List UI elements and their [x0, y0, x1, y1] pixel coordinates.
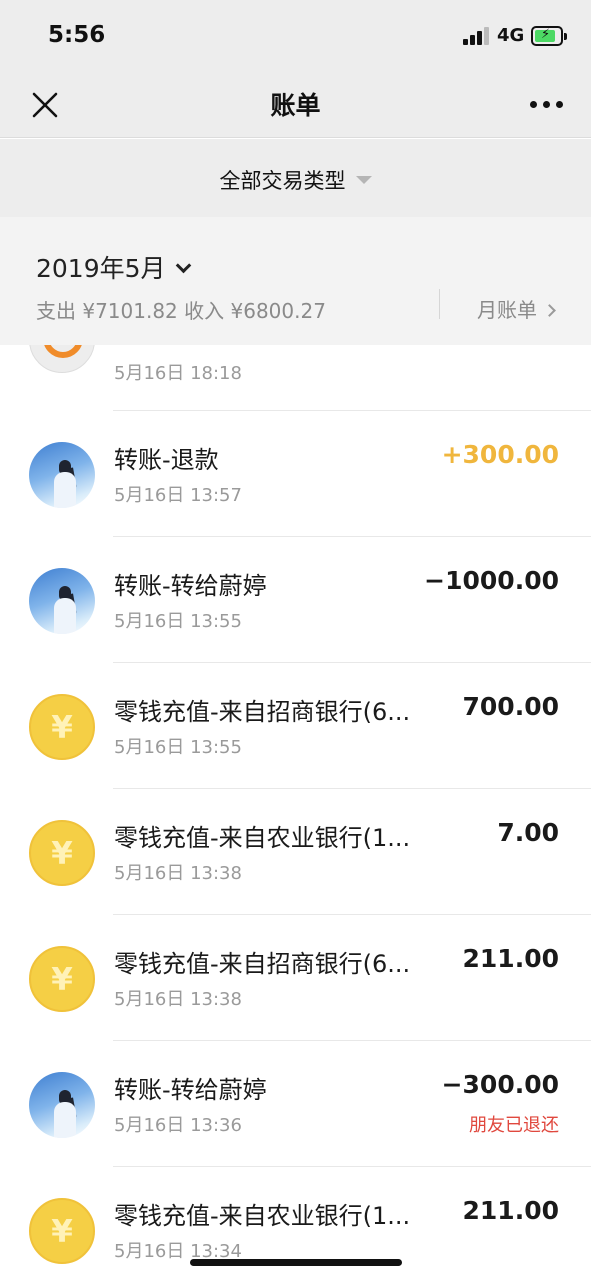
month-summary: 支出 ¥7101.82 收入 ¥6800.27 [36, 299, 326, 323]
transaction-amount: 700.00 [462, 692, 559, 721]
transaction-time: 5月16日 13:57 [114, 485, 242, 506]
status-bar: 5:56 4G ⚡ [0, 0, 591, 70]
transaction-row[interactable]: 转账-转给蔚婷 5月16日 13:55 −1000.00 [0, 537, 591, 663]
transaction-time: 5月16日 13:38 [114, 989, 242, 1010]
transaction-row[interactable]: 5月16日 18:18 [0, 345, 591, 411]
yen-coin-icon: ¥ [29, 820, 95, 886]
nav-bar: 账单 [0, 70, 591, 138]
transaction-title: 零钱充值-来自农业银行(1... [114, 824, 411, 852]
yen-coin-icon: ¥ [29, 1198, 95, 1264]
divider [439, 289, 440, 319]
avatar [29, 1072, 95, 1138]
month-label: 2019年5月 [36, 254, 166, 283]
ring-icon [29, 345, 95, 373]
home-indicator[interactable] [190, 1259, 402, 1266]
caret-down-icon [355, 176, 372, 184]
transaction-time: 5月16日 13:36 [114, 1115, 242, 1136]
transaction-title: 转账-转给蔚婷 [114, 1076, 267, 1104]
more-icon [530, 101, 537, 108]
month-selector[interactable]: 2019年5月 [36, 249, 191, 285]
yen-coin-icon: ¥ [29, 694, 95, 760]
monthly-bill-label: 月账单 [477, 298, 537, 322]
transaction-title: 零钱充值-来自农业银行(1... [114, 1202, 411, 1230]
transaction-title: 零钱充值-来自招商银行(6... [114, 698, 411, 726]
signal-icon [463, 27, 489, 45]
transaction-amount: +300.00 [441, 440, 559, 469]
transaction-amount: 211.00 [462, 1196, 559, 1225]
transaction-amount: 211.00 [462, 944, 559, 973]
page-title: 账单 [270, 91, 321, 120]
transaction-type-filter[interactable]: 全部交易类型 [0, 165, 591, 195]
status-time: 5:56 [48, 22, 106, 48]
transaction-row[interactable]: 转账-退款 5月16日 13:57 +300.00 [0, 411, 591, 537]
transaction-title: 转账-退款 [114, 446, 219, 474]
chevron-down-icon [175, 257, 191, 274]
transaction-title: 零钱充值-来自招商银行(6... [114, 950, 411, 978]
transaction-time: 5月16日 13:55 [114, 611, 242, 632]
yen-coin-icon: ¥ [29, 946, 95, 1012]
transaction-list[interactable]: 5月16日 18:18 转账-退款 5月16日 13:57 +300.00 转账… [0, 345, 591, 1280]
battery-icon: ⚡ [531, 26, 567, 46]
transaction-time: 5月16日 18:18 [114, 363, 242, 384]
filter-bar: 全部交易类型 [0, 139, 591, 217]
transaction-amount: 7.00 [497, 818, 559, 847]
month-header: 2019年5月 支出 ¥7101.82 收入 ¥6800.27 月账单 [0, 217, 591, 345]
filter-label: 全部交易类型 [219, 169, 346, 193]
transaction-row[interactable]: ¥ 零钱充值-来自农业银行(1... 5月16日 13:38 7.00 [0, 789, 591, 915]
chevron-right-icon [543, 304, 556, 317]
transaction-amount: −300.00 [441, 1070, 559, 1099]
transaction-time: 5月16日 13:38 [114, 863, 242, 884]
transaction-row[interactable]: 转账-转给蔚婷 5月16日 13:36 −300.00 朋友已退还 [0, 1041, 591, 1167]
transaction-row[interactable]: ¥ 零钱充值-来自招商银行(6... 5月16日 13:38 211.00 [0, 915, 591, 1041]
network-label: 4G [497, 25, 525, 46]
transaction-amount: −1000.00 [424, 566, 559, 595]
avatar [29, 568, 95, 634]
transaction-title: 转账-转给蔚婷 [114, 572, 267, 600]
more-button[interactable] [526, 94, 566, 114]
refund-status: 朋友已退还 [469, 1115, 559, 1136]
monthly-bill-link[interactable]: 月账单 [477, 294, 556, 323]
avatar [29, 442, 95, 508]
transaction-time: 5月16日 13:55 [114, 737, 242, 758]
transaction-row[interactable]: ¥ 零钱充值-来自招商银行(6... 5月16日 13:55 700.00 [0, 663, 591, 789]
